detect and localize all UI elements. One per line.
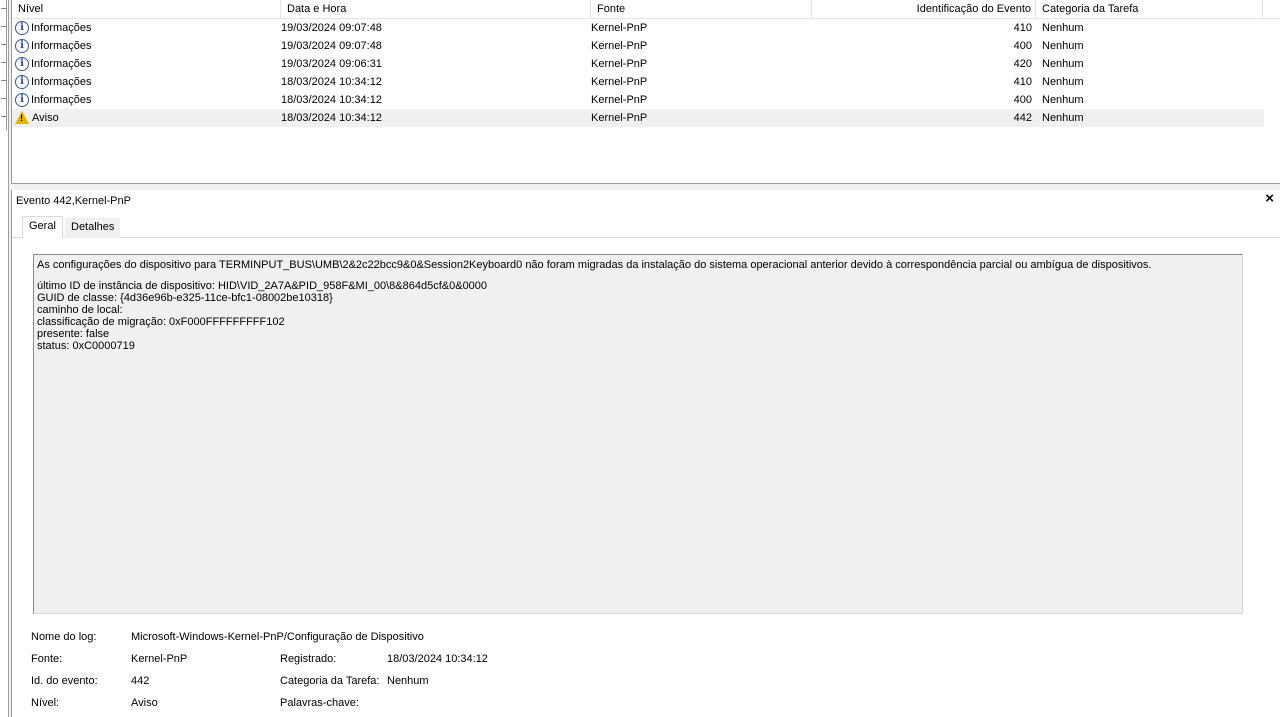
description-line: GUID de classe: {4d36e96b-e325-11ce-bfc1… [37,292,333,304]
row-event-id: 442 [1013,112,1032,124]
row-source: Kernel-PnP [591,40,648,52]
row-level: Aviso [15,109,275,127]
row-task-category: Nenhum [1042,40,1084,52]
logged-value: 18/03/2024 10:34:12 [387,653,488,665]
source-value: Kernel-PnP [131,653,188,665]
log-name-value: Microsoft-Windows-Kernel-PnP/Configuraçã… [131,631,424,643]
row-date: 19/03/2024 09:07:48 [281,22,382,34]
event-id-label: Id. do evento: [31,675,98,687]
tree-tick [1,44,6,45]
event-viewer: Nível Data e Hora Fonte Identificação do… [0,0,1280,717]
description-line: status: 0xC0000719 [37,340,135,352]
tree-tick [1,26,6,27]
row-task-category: Nenhum [1042,76,1084,88]
column-header-date[interactable]: Data e Hora [281,0,591,19]
level-value: Aviso [131,697,158,709]
tree-tick [1,116,6,117]
tree-tick [1,8,6,9]
event-row-selected[interactable]: Aviso 18/03/2024 10:34:12 Kernel-PnP 442… [12,109,1264,127]
description-line: presente: false [37,328,110,340]
general-tab-body: As configurações do dispositivo para TER… [12,238,1280,717]
info-icon: i [15,39,29,53]
description-line: último ID de instância de dispositivo: H… [37,280,488,292]
description-line: caminho de local: [37,304,123,316]
column-header-source[interactable]: Fonte [591,0,812,19]
warning-icon [15,110,29,124]
column-header-task-category[interactable]: Categoria da Tarefa [1036,0,1263,19]
detail-title: Evento 442,Kernel-PnP [16,195,131,207]
row-date: 18/03/2024 10:34:12 [281,94,382,106]
row-source: Kernel-PnP [591,94,648,106]
event-id-value: 442 [131,675,150,687]
tree-tick [1,98,6,99]
row-level: i Informações [15,19,275,37]
source-label: Fonte: [31,653,63,665]
keywords-label: Palavras-chave: [280,697,359,709]
event-row[interactable]: i Informações 19/03/2024 09:06:31 Kernel-… [12,55,1280,73]
row-date: 18/03/2024 10:34:12 [281,76,382,88]
row-source: Kernel-PnP [591,22,648,34]
tab-details[interactable]: Detalhes [65,218,121,238]
tree-line [6,0,7,130]
row-date: 18/03/2024 10:34:12 [281,112,382,124]
row-task-category: Nenhum [1042,94,1084,106]
description-line: As configurações do dispositivo para TER… [37,259,1152,271]
detail-tabs: Geral Detalhes [12,216,1280,238]
event-row[interactable]: i Informações 19/03/2024 09:07:48 Kernel-… [12,37,1280,55]
row-source: Kernel-PnP [591,76,648,88]
row-level: i Informações [15,37,275,55]
column-header-event-id[interactable]: Identificação do Evento [812,0,1036,19]
event-list: Nível Data e Hora Fonte Identificação do… [11,0,1280,184]
event-description[interactable]: As configurações do dispositivo para TER… [33,254,1243,614]
info-icon: i [15,75,29,89]
info-icon: i [15,21,29,35]
row-date: 19/03/2024 09:06:31 [281,58,382,70]
event-row[interactable]: i Informações 18/03/2024 10:34:12 Kernel-… [12,91,1280,109]
column-header-level[interactable]: Nível [12,0,281,19]
row-event-id: 410 [1013,22,1032,34]
row-event-id: 420 [1013,58,1032,70]
task-category-label: Categoria da Tarefa: [280,675,380,687]
info-icon: i [15,93,29,107]
description-line: classificação de migração: 0xF000FFFFFFF… [37,316,285,328]
close-icon[interactable]: × [1265,191,1274,207]
row-source: Kernel-PnP [591,58,648,70]
log-name-label: Nome do log: [31,631,97,643]
row-level: i Informações [15,55,275,73]
row-event-id: 410 [1013,76,1032,88]
row-task-category: Nenhum [1042,58,1084,70]
row-source: Kernel-PnP [591,112,648,124]
row-task-category: Nenhum [1042,112,1084,124]
row-level: i Informações [15,73,275,91]
event-row[interactable]: i Informações 19/03/2024 09:07:48 Kernel-… [12,19,1280,37]
event-row[interactable]: i Informações 18/03/2024 10:34:12 Kernel-… [12,73,1280,91]
level-label: Nível: [31,697,60,709]
row-task-category: Nenhum [1042,22,1084,34]
row-level: i Informações [15,91,275,109]
info-icon: i [15,57,29,71]
logged-label: Registrado: [280,653,337,665]
task-category-value: Nenhum [387,675,429,687]
row-event-id: 400 [1013,94,1032,106]
event-detail-pane: Evento 442,Kernel-PnP × Geral Detalhes A… [11,190,1280,717]
row-date: 19/03/2024 09:07:48 [281,40,382,52]
row-event-id: 400 [1013,40,1032,52]
tab-general[interactable]: Geral [22,216,63,238]
tree-pane-edge[interactable] [0,0,9,717]
tree-tick [1,62,6,63]
list-header: Nível Data e Hora Fonte Identificação do… [12,0,1280,19]
tree-tick [1,80,6,81]
